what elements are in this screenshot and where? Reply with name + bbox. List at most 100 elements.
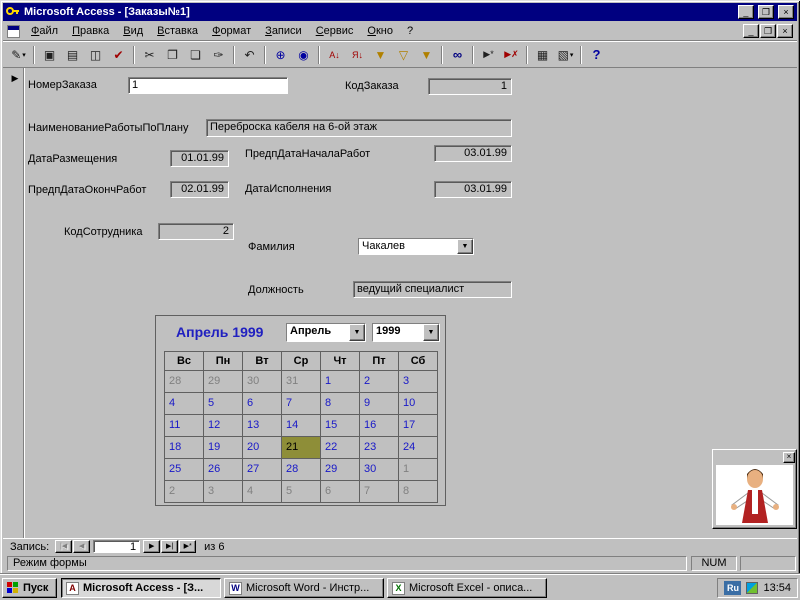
calendar-day[interactable]: 28 [282,459,321,481]
calendar-day[interactable]: 9 [360,393,399,415]
new-record-nav-button[interactable]: ▶* [179,540,196,553]
calendar-day[interactable]: 3 [204,481,243,503]
calendar-day[interactable]: 7 [282,393,321,415]
calendar-day[interactable]: 4 [165,393,204,415]
calendar-day[interactable]: 27 [243,459,282,481]
calendar-day[interactable]: 6 [321,481,360,503]
calendar-day[interactable]: 12 [204,415,243,437]
calendar-day[interactable]: 23 [360,437,399,459]
calendar-day[interactable]: 29 [204,371,243,393]
calendar-day[interactable]: 5 [204,393,243,415]
calendar-day[interactable]: 5 [282,481,321,503]
insert-hyperlink-button[interactable]: ⊕ [269,44,292,65]
menu-window[interactable]: Окно [360,23,400,39]
calendar-day[interactable]: 6 [243,393,282,415]
calendar-day[interactable]: 16 [360,415,399,437]
work-name-field[interactable]: Переброска кабеля на 6-ой этаж [206,119,512,137]
paste-button[interactable]: ❏ [184,44,207,65]
child-close-button[interactable]: × [777,24,793,38]
planned-start-field[interactable]: 03.01.99 [434,145,512,162]
spelling-button[interactable]: ✔ [107,44,130,65]
planned-end-field[interactable]: 02.01.99 [170,181,229,198]
order-number-input[interactable]: 1 [128,77,288,94]
menu-insert[interactable]: Вставка [150,23,205,39]
calendar-day[interactable]: 31 [282,371,321,393]
calendar-day[interactable]: 22 [321,437,360,459]
child-restore-button[interactable]: ❐ [760,24,776,38]
calendar-day[interactable]: 18 [165,437,204,459]
filter-by-selection-button[interactable]: ▼ [369,44,392,65]
calendar-day[interactable]: 8 [399,481,438,503]
year-dropdown-arrow-icon[interactable]: ▼ [423,324,439,341]
access-key-icon[interactable] [6,5,20,20]
calendar-day[interactable]: 17 [399,415,438,437]
calendar-day[interactable]: 26 [204,459,243,481]
calendar-day[interactable]: 20 [243,437,282,459]
calendar-day[interactable]: 28 [165,371,204,393]
restore-button[interactable]: ❐ [758,5,774,19]
calendar-day[interactable]: 30 [360,459,399,481]
delete-record-button[interactable]: ▶✗ [500,44,523,65]
print-preview-button[interactable]: ◫ [84,44,107,65]
taskbar-clock[interactable]: 13:54 [763,582,791,594]
new-object-button[interactable]: ▧ [554,44,577,65]
close-button[interactable]: × [778,5,794,19]
sort-ascending-button[interactable]: А↓ [323,44,346,65]
next-record-button[interactable]: ▶ [143,540,160,553]
calendar-day[interactable]: 19 [204,437,243,459]
menu-format[interactable]: Формат [205,23,258,39]
menu-file[interactable]: Файл [24,23,65,39]
help-button[interactable]: ? [585,44,608,65]
find-button[interactable]: ∞ [446,44,469,65]
calendar-day[interactable]: 13 [243,415,282,437]
view-button[interactable]: ✎ [7,44,30,65]
save-button[interactable]: ▣ [38,44,61,65]
position-field[interactable]: ведущий специалист [353,281,512,298]
minimize-button[interactable]: _ [738,5,754,19]
calendar-day[interactable]: 4 [243,481,282,503]
calendar-day[interactable]: 15 [321,415,360,437]
month-dropdown-arrow-icon[interactable]: ▼ [349,324,365,341]
db-window-button[interactable]: ▦ [531,44,554,65]
prev-record-button[interactable]: ◀ [73,540,90,553]
dropdown-arrow-icon[interactable]: ▼ [457,239,473,254]
calendar-day[interactable]: 2 [360,371,399,393]
taskbar-task-access[interactable]: A Microsoft Access - [З... [61,578,221,598]
calendar-day[interactable]: 25 [165,459,204,481]
record-number-input[interactable]: 1 [93,540,140,553]
calendar-month-combobox[interactable]: Апрель ▼ [286,323,366,342]
new-record-button[interactable]: ▶* [477,44,500,65]
format-painter-button[interactable]: ✑ [207,44,230,65]
employee-code-field[interactable]: 2 [158,223,234,240]
calendar-day[interactable]: 11 [165,415,204,437]
child-minimize-button[interactable]: _ [743,24,759,38]
calendar-day[interactable]: 2 [165,481,204,503]
calendar-day[interactable]: 14 [282,415,321,437]
last-record-button[interactable]: ▶| [161,540,178,553]
calendar-day[interactable]: 7 [360,481,399,503]
calendar-day[interactable]: 30 [243,371,282,393]
calendar-day-selected[interactable]: 21 [282,437,321,459]
apply-filter-button[interactable]: ▼ [415,44,438,65]
order-code-field[interactable]: 1 [428,78,512,95]
record-selector-bar[interactable]: ▶ [7,68,24,538]
placement-date-field[interactable]: 01.01.99 [170,150,229,167]
cut-button[interactable]: ✂ [138,44,161,65]
calendar-day[interactable]: 29 [321,459,360,481]
sort-descending-button[interactable]: Я↓ [346,44,369,65]
calendar-day[interactable]: 8 [321,393,360,415]
surname-combobox[interactable]: Чакалев ▼ [358,238,474,255]
start-button[interactable]: Пуск [2,578,57,598]
print-button[interactable]: ▤ [61,44,84,65]
language-indicator[interactable]: Ru [724,581,741,595]
calendar-day[interactable]: 1 [321,371,360,393]
calendar-day[interactable]: 10 [399,393,438,415]
form-icon[interactable] [7,25,20,38]
calendar-day[interactable]: 3 [399,371,438,393]
undo-button[interactable]: ↶ [238,44,261,65]
menu-records[interactable]: Записи [258,23,309,39]
popup-close-button[interactable]: × [783,452,795,463]
calendar-day[interactable]: 24 [399,437,438,459]
first-record-button[interactable]: |◀ [55,540,72,553]
copy-button[interactable]: ❐ [161,44,184,65]
